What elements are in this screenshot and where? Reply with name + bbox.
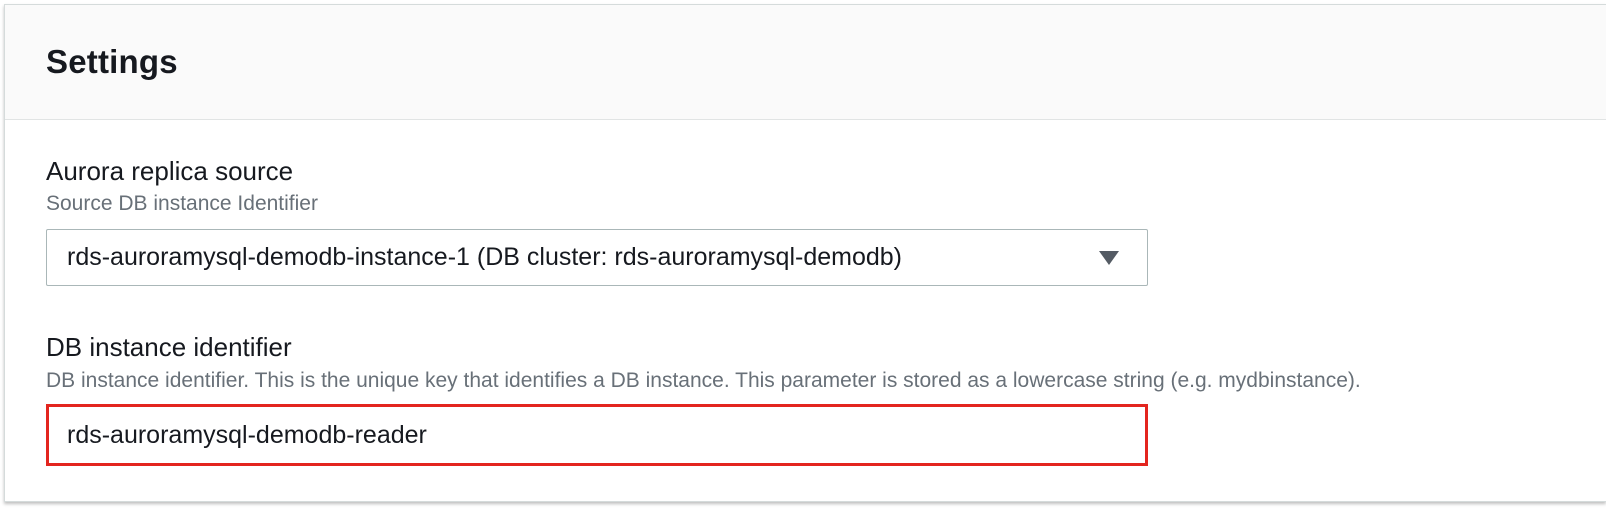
- panel-title: Settings: [46, 43, 178, 80]
- settings-panel: Settings Aurora replica source Source DB…: [4, 4, 1606, 502]
- replica-source-selected-value: rds-auroramysql-demodb-instance-1 (DB cl…: [67, 243, 903, 271]
- db-identifier-label: DB instance identifier: [46, 332, 292, 362]
- caret-down-icon: [1099, 251, 1119, 265]
- db-identifier-description: DB instance identifier. This is the uniq…: [46, 369, 1361, 392]
- panel-header: Settings: [5, 5, 1606, 120]
- replica-source-description: Source DB instance Identifier: [46, 192, 318, 215]
- db-identifier-input[interactable]: [46, 404, 1148, 466]
- replica-source-select[interactable]: rds-auroramysql-demodb-instance-1 (DB cl…: [46, 229, 1148, 286]
- replica-source-label: Aurora replica source: [46, 156, 294, 186]
